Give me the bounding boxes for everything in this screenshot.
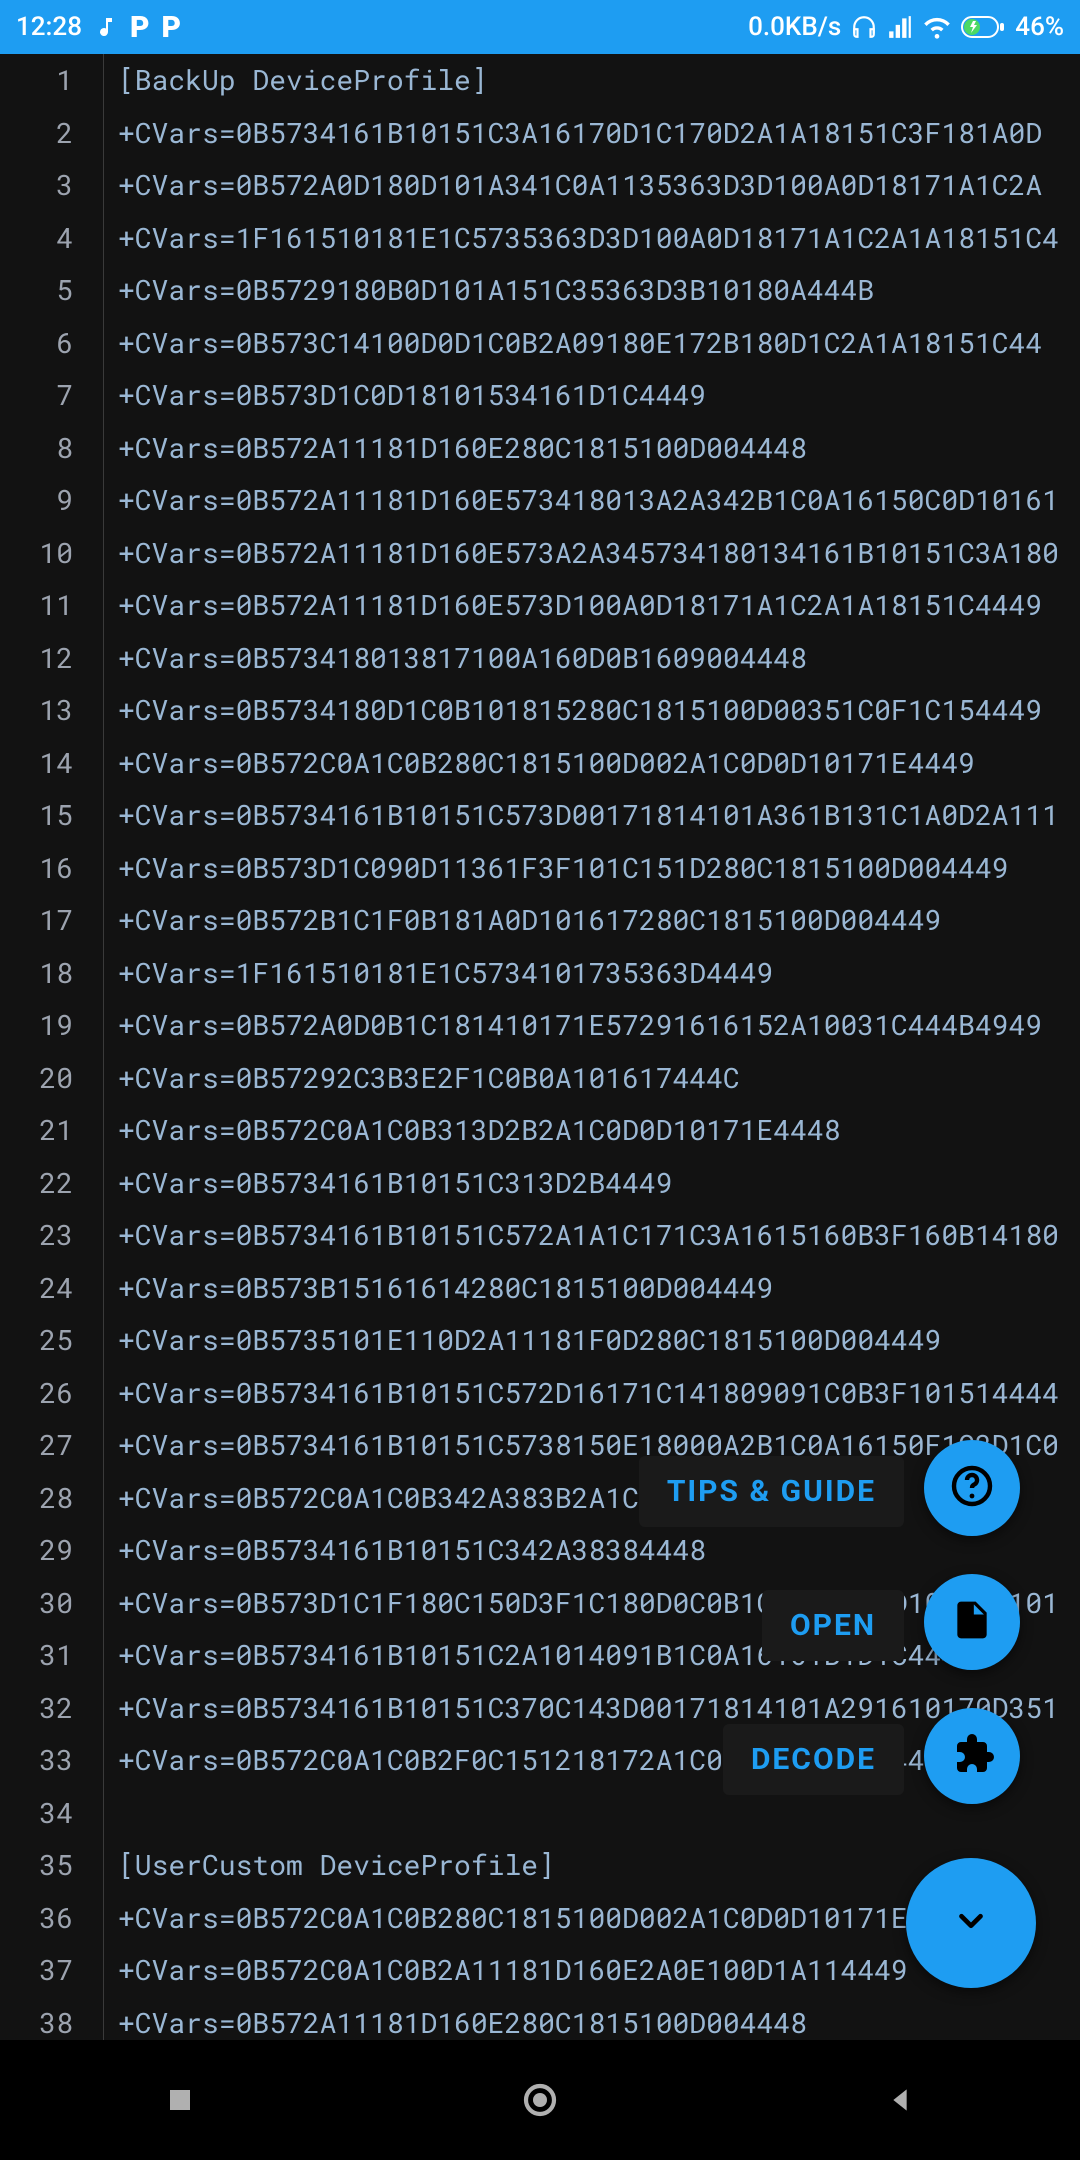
line-number: 32: [0, 1682, 73, 1735]
chevron-down-icon: [952, 1902, 990, 1944]
line-number: 37: [0, 1944, 73, 1997]
line-number: 6: [0, 317, 73, 370]
line-number: 12: [0, 632, 73, 685]
code-line[interactable]: +CVars=0B5734161B10151C313D2B4449: [118, 1157, 1080, 1210]
headphones-icon: [851, 14, 877, 40]
code-line[interactable]: +CVars=0B5729180B0D101A151C35363D3B10180…: [118, 264, 1080, 317]
line-number: 31: [0, 1629, 73, 1682]
line-number: 10: [0, 527, 73, 580]
line-number: 16: [0, 842, 73, 895]
open-label[interactable]: OPEN: [762, 1590, 904, 1661]
line-number: 2: [0, 107, 73, 160]
code-line[interactable]: +CVars=0B572A11181D160E280C1815100D00444…: [118, 422, 1080, 475]
line-number: 35: [0, 1839, 73, 1892]
line-number: 18: [0, 947, 73, 1000]
signal-icon: [887, 14, 913, 40]
code-line[interactable]: +CVars=0B572A0D0B1C181410171E57291616152…: [118, 999, 1080, 1052]
letter-p-icon: P: [162, 10, 182, 45]
code-editor[interactable]: 1234567891011121314151617181920212223242…: [0, 54, 1080, 2040]
decode-label[interactable]: DECODE: [723, 1724, 904, 1795]
line-number: 13: [0, 684, 73, 737]
system-nav-bar: [0, 2040, 1080, 2160]
code-line[interactable]: +CVars=0B572A11181D160E280C1815100D00444…: [118, 1997, 1080, 2041]
code-line[interactable]: +CVars=0B5734161B10151C573D00171814101A3…: [118, 789, 1080, 842]
code-line[interactable]: +CVars=0B572A0D180D101A341C0A1135363D3D1…: [118, 159, 1080, 212]
tips-guide-label[interactable]: TIPS & GUIDE: [639, 1456, 904, 1527]
battery-icon: [961, 16, 1005, 38]
line-number: 5: [0, 264, 73, 317]
code-line[interactable]: +CVars=0B573D1C090D11361F3F101C151D280C1…: [118, 842, 1080, 895]
code-line[interactable]: +CVars=0B5734161B10151C342A38384448: [118, 1524, 1080, 1577]
line-number: 27: [0, 1419, 73, 1472]
code-line[interactable]: +CVars=0B572A11181D160E573D100A0D18171A1…: [118, 579, 1080, 632]
code-line[interactable]: +CVars=1F161510181E1C5735363D3D100A0D181…: [118, 212, 1080, 265]
back-button[interactable]: [878, 2078, 922, 2122]
code-line[interactable]: [BackUp DeviceProfile]: [118, 54, 1080, 107]
file-icon: [950, 1598, 994, 1646]
battery-percent: 46%: [1015, 12, 1064, 42]
line-number: 9: [0, 474, 73, 527]
status-left: 12:28 P P: [16, 10, 181, 45]
line-number: 25: [0, 1314, 73, 1367]
line-number: 23: [0, 1209, 73, 1262]
open-file-button[interactable]: [924, 1574, 1020, 1670]
recent-apps-button[interactable]: [158, 2078, 202, 2122]
line-number: 17: [0, 894, 73, 947]
line-number: 33: [0, 1734, 73, 1787]
line-number: 3: [0, 159, 73, 212]
line-number: 22: [0, 1157, 73, 1210]
code-line[interactable]: +CVars=1F161510181E1C5734101735363D4449: [118, 947, 1080, 1000]
letter-p-icon: P: [130, 10, 150, 45]
code-line[interactable]: +CVars=0B573B15161614280C1815100D004449: [118, 1262, 1080, 1315]
decode-button[interactable]: [924, 1708, 1020, 1804]
code-line[interactable]: +CVars=0B573418013817100A160D0B160900444…: [118, 632, 1080, 685]
code-line[interactable]: [118, 1787, 1080, 1840]
line-number: 34: [0, 1787, 73, 1840]
line-number: 11: [0, 579, 73, 632]
line-number: 36: [0, 1892, 73, 1945]
line-number: 7: [0, 369, 73, 422]
status-bar: 12:28 P P 0.0KB/s 46%: [0, 0, 1080, 54]
line-number: 30: [0, 1577, 73, 1630]
question-circle-icon: [948, 1462, 996, 1514]
line-number: 1: [0, 54, 73, 107]
help-button[interactable]: [924, 1440, 1020, 1536]
line-number: 38: [0, 1997, 73, 2041]
net-speed: 0.0KB/s: [748, 12, 841, 42]
code-line[interactable]: +CVars=0B573C14100D0D1C0B2A09180E172B180…: [118, 317, 1080, 370]
code-line[interactable]: +CVars=0B5734161B10151C572A1A1C171C3A161…: [118, 1209, 1080, 1262]
line-number: 14: [0, 737, 73, 790]
code-line[interactable]: +CVars=0B572A11181D160E573A2A34573418013…: [118, 527, 1080, 580]
collapse-fab-button[interactable]: [906, 1858, 1036, 1988]
status-right: 0.0KB/s 46%: [748, 12, 1064, 42]
code-line[interactable]: +CVars=0B5735101E110D2A11181F0D280C18151…: [118, 1314, 1080, 1367]
line-number: 20: [0, 1052, 73, 1105]
line-number: 4: [0, 212, 73, 265]
code-line[interactable]: +CVars=0B57292C3B3E2F1C0B0A101617444C: [118, 1052, 1080, 1105]
code-line[interactable]: +CVars=0B5734180D1C0B101815280C1815100D0…: [118, 684, 1080, 737]
line-number: 28: [0, 1472, 73, 1525]
code-line[interactable]: +CVars=0B572C0A1C0B313D2B2A1C0D0D10171E4…: [118, 1104, 1080, 1157]
wifi-icon: [923, 13, 951, 41]
code-line[interactable]: +CVars=0B572B1C1F0B181A0D101617280C18151…: [118, 894, 1080, 947]
music-note-icon: [94, 15, 118, 39]
home-button[interactable]: [518, 2078, 562, 2122]
line-number: 19: [0, 999, 73, 1052]
status-time: 12:28: [16, 12, 82, 42]
code-line[interactable]: +CVars=0B573D1C0D18101534161D1C4449: [118, 369, 1080, 422]
line-number: 15: [0, 789, 73, 842]
line-number-gutter: 1234567891011121314151617181920212223242…: [0, 54, 104, 2040]
puzzle-icon: [948, 1730, 996, 1782]
line-number: 8: [0, 422, 73, 475]
code-line[interactable]: +CVars=0B5734161B10151C3A16170D1C170D2A1…: [118, 107, 1080, 160]
line-number: 29: [0, 1524, 73, 1577]
code-line[interactable]: +CVars=0B5734161B10151C572D16171C1418090…: [118, 1367, 1080, 1420]
line-number: 24: [0, 1262, 73, 1315]
code-line[interactable]: +CVars=0B572A11181D160E573418013A2A342B1…: [118, 474, 1080, 527]
code-line[interactable]: +CVars=0B572C0A1C0B280C1815100D002A1C0D0…: [118, 737, 1080, 790]
line-number: 26: [0, 1367, 73, 1420]
line-number: 21: [0, 1104, 73, 1157]
